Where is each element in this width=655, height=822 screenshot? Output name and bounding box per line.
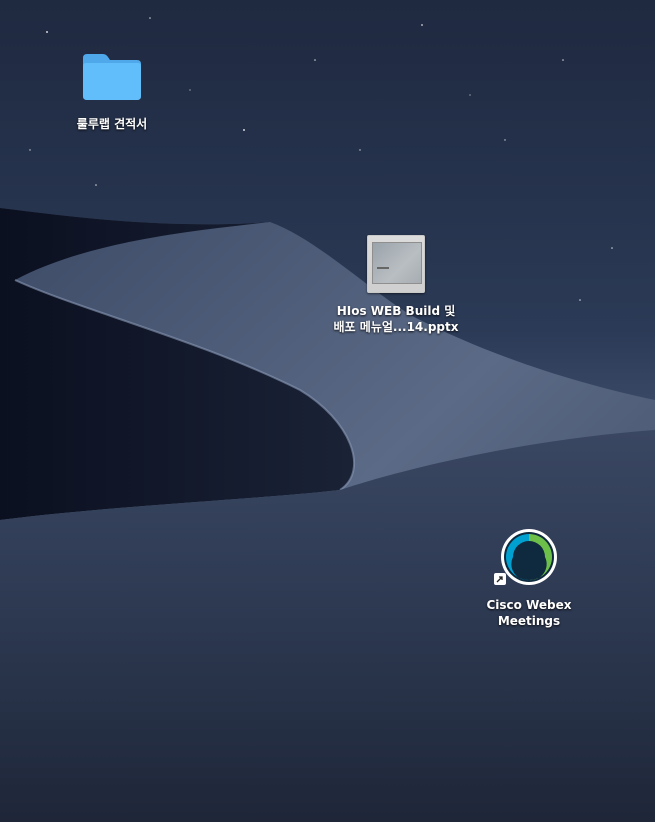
alias-arrow-icon (494, 573, 506, 585)
slide-preview (372, 242, 422, 284)
folder-label-line: 룰루랩 견적서 (76, 117, 148, 131)
webex-label-line-2: Meetings (497, 614, 561, 628)
pptx-label-line-2: 배포 메뉴얼...14.pptx (333, 320, 459, 334)
folder-icon (83, 54, 141, 100)
webex-label: Cisco Webex Meetings (486, 597, 571, 629)
desktop-pptx-file[interactable]: HIos WEB Build 및 배포 메뉴얼...14.pptx (334, 235, 458, 335)
desktop: 룰루랩 견적서 HIos WEB Build 및 배포 메뉴얼...14.ppt… (0, 0, 655, 822)
pptx-label-line-1: HIos WEB Build 및 (336, 304, 456, 318)
webex-icon (501, 529, 557, 585)
pptx-thumbnail-icon (367, 235, 425, 293)
desktop-folder-icon[interactable]: 룰루랩 견적서 (57, 52, 167, 132)
webex-label-line-1: Cisco Webex (486, 598, 572, 612)
webex-icon-wrap (494, 528, 558, 586)
desktop-webex-alias[interactable]: Cisco Webex Meetings (474, 528, 584, 629)
pptx-file-label: HIos WEB Build 및 배포 메뉴얼...14.pptx (334, 303, 459, 335)
folder-label: 룰루랩 견적서 (77, 116, 147, 132)
